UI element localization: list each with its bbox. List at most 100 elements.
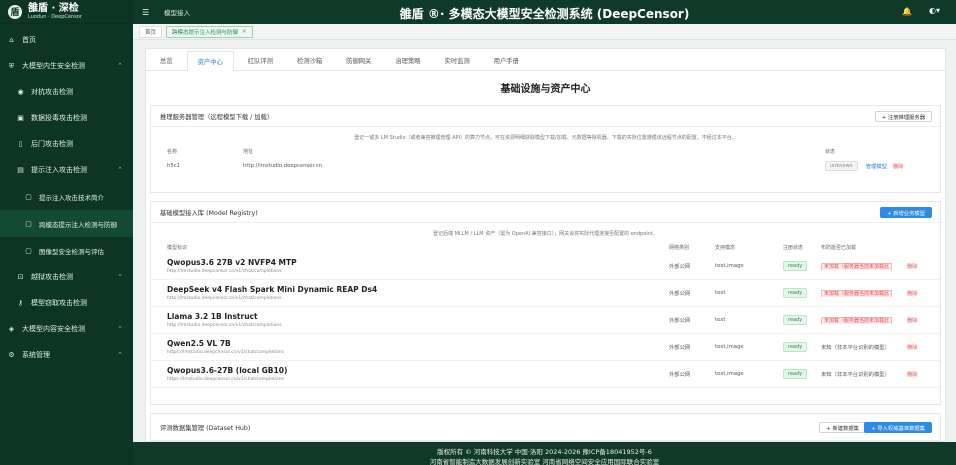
tab-5[interactable]: 治理策略 (385, 50, 430, 70)
tab-0[interactable]: 总览 (150, 50, 183, 70)
delete-link[interactable]: 删除 (893, 162, 904, 170)
sidebar-item-label: 模型窃取攻击检测 (31, 299, 87, 307)
sidebar-item-8[interactable]: ▢ 图像型安全检测与评估 (0, 237, 133, 264)
table-row: h5c1 http://lmstudio.deepcensor.cn unkno… (151, 157, 940, 174)
doc-icon: ▢ (25, 219, 32, 228)
col-name: 名称 (167, 148, 178, 155)
sidebar-item-9[interactable]: ⊡ 越狱攻击检测 ⌃ (0, 264, 133, 290)
tab-1[interactable]: 资产中心 (186, 51, 234, 71)
status-badge: ready (783, 342, 808, 352)
chevron-up-icon: ⌃ (117, 351, 123, 359)
load-status-cell: 未加载（服务器当前未加载此 (821, 316, 901, 324)
content-panel: 总览 资产中心 红队评测 检测沙箱 防御网关 治理策略 实时监测 用户手册 基础设施与资产中心… (145, 48, 946, 442)
load-status: 未加载（服务器当前未加载此 (821, 262, 893, 270)
sidebar-item-11[interactable]: ◈ 大模型内容安全检测 ⌃ (0, 316, 133, 342)
bell-icon[interactable]: 🔔 (902, 7, 912, 16)
sidebar-item-label: 图像型安全检测与评估 (39, 247, 104, 256)
model-id-cell: Qwopus3.6-27B (local GB10) https://lmstud… (167, 366, 669, 383)
delete-link[interactable]: 删除 (907, 343, 918, 351)
load-status-cell: 未加载（服务器当前未加载此 (821, 289, 901, 297)
sidebar-item-0[interactable]: ⌂ 首页 (0, 27, 133, 53)
sidebar-item-label: 提示注入攻击技术简介 (39, 193, 104, 202)
chevron-up-icon: ⌃ (117, 62, 123, 70)
sidebar-item-label: 对抗攻击检测 (31, 88, 73, 96)
dataset-card-title: 评测数据集管理 (Dataset Hub) (160, 424, 251, 432)
sidebar-item-2[interactable]: ◉ 对抗攻击检测 (0, 79, 133, 105)
inference-card-title: 推理服务器管理（远程模型下载 / 加载） (160, 113, 274, 121)
modality-cell: text (715, 317, 726, 323)
model-url: http://lmstudio.deepcensor.cn/v1/chat/co… (167, 322, 282, 328)
sidebar-item-3[interactable]: ▣ 数据投毒攻击检测 (0, 105, 133, 131)
status-badge: ready (783, 369, 808, 379)
tab-7[interactable]: 用户手册 (484, 50, 529, 70)
status-badge: ready (783, 315, 808, 325)
table-row: Qwopus3.6 27B v2 NVFP4 MTP http://lmstudi… (151, 253, 940, 280)
table-row: Llama 3.2 1B Instruct http://lmstudio.dee… (151, 307, 940, 334)
modality-cell: text,image (715, 371, 744, 377)
menu-toggle-icon[interactable]: ☰ (142, 8, 152, 17)
chevron-up-icon: ⌃ (117, 273, 123, 281)
tab-2[interactable]: 红队评测 (238, 50, 283, 70)
sidebar-item-label: 提示注入攻击检测 (31, 166, 87, 174)
new-dataset-button[interactable]: + 新建数据集 (819, 422, 866, 433)
sidebar-item-5[interactable]: ▤ 提示注入攻击检测 ⌃ (0, 157, 133, 183)
model-url: http://lmstudio.deepcensor.cn/v1/chat/co… (167, 295, 282, 301)
tab-6[interactable]: 实时监测 (435, 50, 480, 70)
brand-sub: Luodun · DeepCensor (28, 13, 82, 20)
col-network: 网络类别 (669, 244, 690, 251)
modality-cell: text,image (715, 344, 744, 350)
reg-status-cell: ready (783, 261, 821, 271)
user-menu-icon[interactable]: ◐▾ (929, 6, 940, 15)
page-tab-label: 首页 (145, 29, 157, 36)
shield-icon: ⛨ (8, 61, 15, 70)
sidebar-item-label: 大模型内容安全检测 (22, 325, 85, 333)
model-id-cell: Qwopus3.6 27B v2 NVFP4 MTP http://lmstudi… (167, 258, 669, 275)
key-icon: ⚷ (17, 299, 24, 307)
registry-card-header: 基础模型接入库 (Model Registry) + 新增业务模型 (151, 202, 940, 223)
import-dataset-button[interactable]: + 导入权威基准数据集 (864, 422, 932, 433)
delete-link[interactable]: 删除 (907, 370, 918, 378)
sidebar-item-12[interactable]: ⚙ 系统管理 ⌃ (0, 342, 133, 368)
load-status-cell: 未知（非本平台识别的模型） (821, 370, 901, 378)
model-url: https://lmstudio.deepcensor.cn/v1/chat/c… (167, 376, 284, 382)
sidebar-item-4[interactable]: ▯ 后门攻击检测 (0, 131, 133, 157)
sidebar-item-label: 越狱攻击检测 (31, 273, 73, 281)
load-status-cell: 未知（非本平台识别的模型） (821, 343, 901, 351)
page-tab-0[interactable]: 首页 (139, 25, 163, 38)
delete-link[interactable]: 删除 (907, 289, 918, 297)
close-icon[interactable]: ✕ (242, 29, 247, 35)
network-cell: 外部公网 (669, 372, 691, 378)
col-model-id: 模型标识 (167, 244, 188, 251)
tab-3[interactable]: 检测沙箱 (287, 50, 332, 70)
model-url: http://lmstudio.deepcensor.cn/v1/chat/co… (167, 268, 282, 274)
app-root: 盾 雒盾 · 深检 Luodun · DeepCensor ⌂ 首页 ⛨ 大模型内生安… (0, 0, 956, 465)
tab-4[interactable]: 防御网关 (336, 50, 381, 70)
prompt-icon: ▤ (17, 166, 24, 174)
sidebar-item-7[interactable]: ▢ 跨模态提示注入检测与防御 (0, 210, 133, 237)
status-badge: unknown (825, 160, 858, 171)
gear-icon: ⚙ (8, 351, 15, 359)
dataset-hub-card: 评测数据集管理 (Dataset Hub) + 新建数据集 + 导入权威基准数据… (150, 413, 941, 441)
manage-model-link[interactable]: 管理模型 (866, 162, 887, 170)
add-model-button[interactable]: + 新增业务模型 (880, 207, 932, 218)
register-server-button[interactable]: + 注册推理服务器 (874, 111, 932, 122)
delete-link[interactable]: 删除 (907, 316, 918, 324)
sidebar-item-1[interactable]: ⛨ 大模型内生安全检测 ⌃ (0, 53, 133, 79)
page-tab-1[interactable]: 跨模态提示注入检测与防御 ✕ (166, 25, 253, 38)
model-id-cell: Llama 3.2 1B Instruct http://lmstudio.dee… (167, 312, 669, 329)
table-row: Qwen2.5 VL 7B https://lmstudio.deepcensor… (151, 334, 940, 361)
model-name: Qwopus3.6 27B v2 NVFP4 MTP (167, 257, 297, 267)
sidebar-item-10[interactable]: ⚷ 模型窃取攻击检测 (0, 290, 133, 316)
sidebar-item-6[interactable]: ▢ 提示注入攻击技术简介 (0, 183, 133, 210)
breadcrumb: 模型接入 (164, 9, 190, 17)
doc-icon: ▢ (25, 246, 32, 255)
load-status: 未加载（服务器当前未加载此 (821, 316, 893, 324)
delete-link[interactable]: 删除 (907, 262, 918, 270)
inference-card-header: 推理服务器管理（远程模型下载 / 加载） + 注册推理服务器 (151, 106, 940, 127)
model-url: https://lmstudio.deepcensor.cn/v1/chat/c… (167, 349, 284, 355)
col-load-status: 布防能否已加载 (821, 244, 857, 251)
registry-table-header: 模型标识 网络类别 支持模态 注册状态 布防能否已加载 (151, 241, 940, 253)
model-name: DeepSeek v4 Flash Spark Mini Dynamic REA… (167, 284, 378, 294)
page-title: 基础设施与资产中心 (500, 84, 591, 95)
server-address: http://lmstudio.deepcensor.cn (243, 162, 323, 169)
